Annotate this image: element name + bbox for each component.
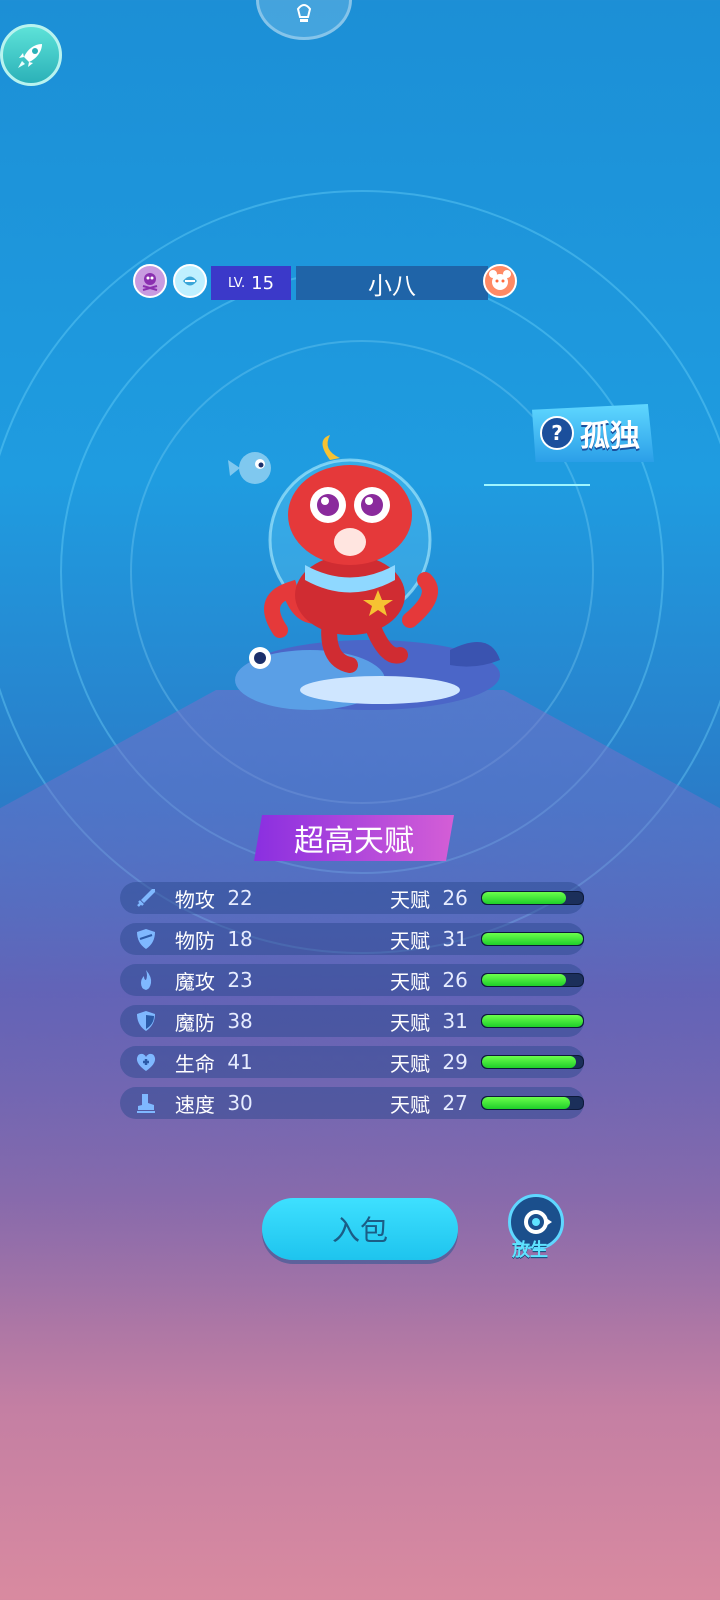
- talent-bar: [481, 1014, 584, 1028]
- stat-value: 23: [227, 968, 253, 992]
- talent-bar: [481, 891, 584, 905]
- talent-label: 天赋: [390, 887, 431, 912]
- talent-value: 26: [442, 968, 468, 992]
- pet-octopus-image[interactable]: [200, 420, 510, 720]
- pet-level: LV. 15: [211, 266, 291, 300]
- stat-value: 22: [227, 886, 253, 910]
- talent-label: 天赋: [390, 1051, 431, 1076]
- talent-label: 天赋: [390, 1010, 431, 1035]
- talent-rank-banner: 超高天赋: [254, 815, 454, 861]
- personality-tag[interactable]: ? 孤独: [532, 404, 654, 462]
- rocket-icon: [18, 44, 42, 68]
- talent-bar: [481, 1096, 584, 1110]
- stat-name: 生命: [174, 1051, 215, 1076]
- pet-name[interactable]: 小八: [296, 266, 488, 300]
- talent-bar-fill: [482, 1056, 576, 1068]
- level-value: 15: [251, 272, 275, 294]
- add-to-bag-button[interactable]: 入包: [262, 1198, 458, 1260]
- stat-row-physical-defense: 物防 18 天赋 31: [120, 923, 584, 955]
- talent-value: 31: [442, 1009, 468, 1033]
- poison-type-icon: [133, 264, 167, 298]
- talent-bar: [481, 1055, 584, 1069]
- release-label: 放生: [512, 1240, 548, 1261]
- question-icon: ?: [540, 416, 574, 450]
- talent-value: 26: [442, 886, 468, 910]
- stat-value: 18: [227, 927, 253, 951]
- talent-value: 29: [442, 1050, 468, 1074]
- talent-value: 27: [442, 1091, 468, 1115]
- boot-icon: [130, 1091, 163, 1115]
- release-button[interactable]: 放生: [508, 1194, 568, 1264]
- stat-name: 魔防: [174, 1010, 215, 1035]
- personality-label: 孤独: [580, 419, 640, 454]
- talent-bar-fill: [482, 1097, 570, 1109]
- stat-name: 物攻: [174, 887, 215, 912]
- talent-bar: [481, 973, 584, 987]
- stat-name: 物防: [174, 928, 215, 953]
- level-prefix: LV.: [227, 275, 246, 291]
- talent-label: 天赋: [390, 928, 431, 953]
- bear-avatar-icon[interactable]: [483, 264, 517, 298]
- talent-bar-fill: [482, 892, 566, 904]
- stat-row-magic-attack: 魔攻 23 天赋 26: [120, 964, 584, 996]
- talent-label: 天赋: [390, 969, 431, 994]
- stat-row-health: 生命 41 天赋 29: [120, 1046, 584, 1078]
- magic-shield-icon: [130, 1009, 163, 1033]
- talent-bar: [481, 932, 584, 946]
- fire-icon: [130, 968, 163, 992]
- heart-plus-icon: [130, 1050, 163, 1074]
- stat-name: 魔攻: [174, 969, 215, 994]
- rocket-button[interactable]: [0, 24, 62, 86]
- lightbulb-icon: [296, 4, 312, 22]
- stat-value: 30: [227, 1091, 253, 1115]
- sword-icon: [130, 886, 163, 910]
- stat-value: 38: [227, 1009, 253, 1033]
- top-pull-button[interactable]: [256, 0, 352, 40]
- talent-label: 天赋: [390, 1092, 431, 1117]
- shield-icon: [130, 927, 163, 951]
- element-type-icon: [173, 264, 207, 298]
- talent-bar-fill: [482, 1015, 583, 1027]
- talent-bar-fill: [482, 974, 566, 986]
- stat-row-speed: 速度 30 天赋 27: [120, 1087, 584, 1119]
- talent-bar-fill: [482, 933, 583, 945]
- stat-row-physical-attack: 物攻 22 天赋 26: [120, 882, 584, 914]
- stat-name: 速度: [174, 1092, 215, 1117]
- stat-row-magic-defense: 魔防 38 天赋 31: [120, 1005, 584, 1037]
- stat-value: 41: [227, 1050, 253, 1074]
- talent-value: 31: [442, 927, 468, 951]
